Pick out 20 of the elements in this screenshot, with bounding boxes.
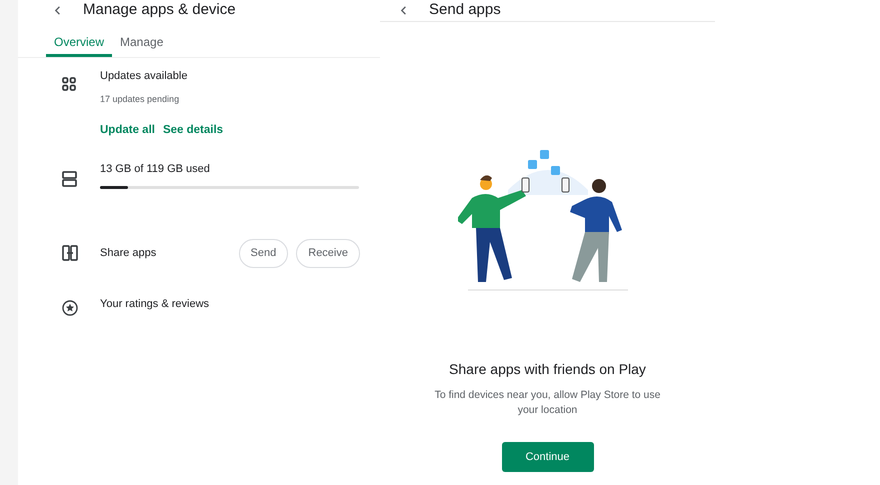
storage-text: 13 GB of 119 GB used: [100, 162, 211, 178]
pill-button[interactable]: Receive: [296, 239, 360, 268]
tab[interactable]: Manage: [112, 22, 172, 57]
dialog-heading: Share apps with friends on Play: [448, 360, 647, 379]
page-title: Manage apps & device: [83, 0, 236, 20]
continue-button[interactable]: Continue: [502, 442, 594, 472]
star-circle-icon: [62, 300, 78, 316]
page-title: Send apps: [429, 0, 501, 20]
pill-button[interactable]: Send: [238, 239, 288, 268]
storage-icon: [62, 171, 77, 188]
link-button[interactable]: Update all: [100, 122, 155, 140]
update-count: 17 updates pending: [100, 92, 180, 106]
section-title: Updates available: [100, 69, 188, 84]
link-button[interactable]: See details: [162, 122, 224, 140]
section-title: Your ratings & reviews: [100, 296, 210, 312]
dialog-message: To find devices near you, allow Play Store to use your location: [434, 388, 662, 418]
apps-grid-icon: [62, 76, 76, 91]
devices-icon: [62, 245, 78, 262]
tab[interactable]: Overview: [46, 22, 112, 57]
section-title: Share apps: [100, 246, 158, 262]
